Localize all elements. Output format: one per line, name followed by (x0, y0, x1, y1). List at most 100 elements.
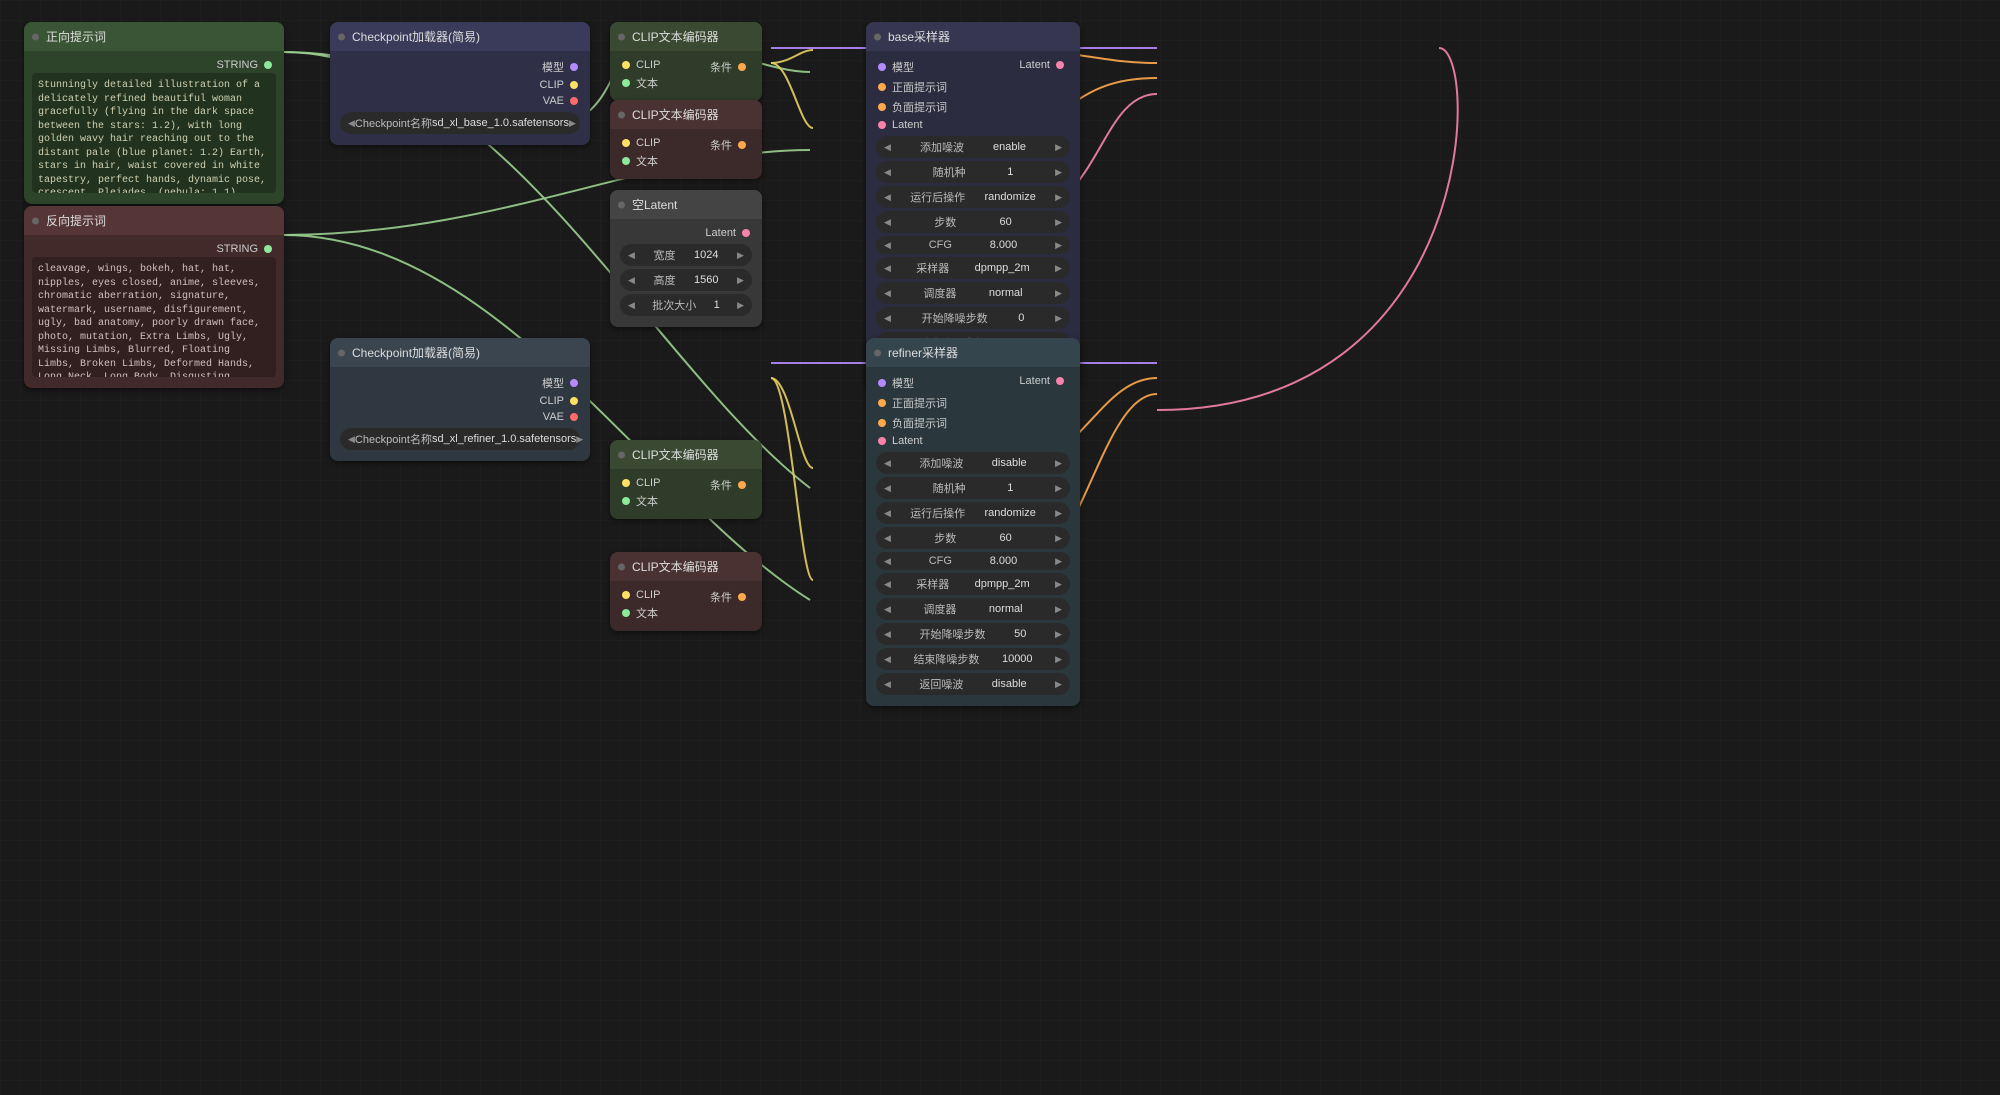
port-icon (264, 61, 272, 69)
input-port[interactable]: Latent (874, 117, 1072, 133)
node-title: 反向提示词 (24, 206, 284, 235)
output-clip[interactable]: CLIP (338, 393, 582, 409)
param-widget[interactable]: ◀调度器normal▶ (876, 282, 1070, 304)
param-widget[interactable]: ◀调度器normal▶ (876, 598, 1070, 620)
chevron-left-icon: ◀ (884, 458, 891, 469)
output-clip[interactable]: CLIP (338, 77, 582, 93)
chevron-left-icon: ◀ (884, 629, 891, 640)
param-widget[interactable]: ◀随机种1▶ (876, 161, 1070, 183)
port-icon (570, 413, 578, 421)
chevron-right-icon: ▶ (1055, 217, 1062, 228)
node-clip-encoder-negative-refiner[interactable]: CLIP文本编码器 CLIP 条件 文本 (610, 552, 762, 631)
chevron-right-icon: ▶ (1055, 167, 1062, 178)
port-icon (570, 397, 578, 405)
chevron-right-icon: ▶ (1055, 240, 1062, 251)
port-icon (878, 63, 886, 71)
param-widget[interactable]: ◀宽度1024▶ (620, 244, 752, 266)
param-widget[interactable]: ◀开始降噪步数50▶ (876, 623, 1070, 645)
node-title: base采样器 (866, 22, 1080, 51)
param-widget[interactable]: ◀采样器dpmpp_2m▶ (876, 573, 1070, 595)
node-clip-encoder-negative-base[interactable]: CLIP文本编码器 CLIP 条件 文本 (610, 100, 762, 179)
param-widget[interactable]: ◀添加噪波disable▶ (876, 452, 1070, 474)
chevron-right-icon: ▶ (1055, 288, 1062, 299)
param-widget[interactable]: ◀CFG8.000▶ (876, 236, 1070, 254)
param-widget[interactable]: ◀采样器dpmpp_2m▶ (876, 257, 1070, 279)
chevron-left-icon: ◀ (628, 275, 635, 286)
param-widget[interactable]: ◀运行后操作randomize▶ (876, 502, 1070, 524)
chevron-left-icon: ◀ (884, 556, 891, 567)
port-icon (742, 229, 750, 237)
node-checkpoint-loader-base[interactable]: Checkpoint加载器(简易) 模型 CLIP VAE ◀ Checkpoi… (330, 22, 590, 145)
node-clip-encoder-positive-base[interactable]: CLIP文本编码器 CLIP 条件 文本 (610, 22, 762, 101)
input-port[interactable]: 负面提示词 (874, 97, 1072, 117)
port-icon (738, 63, 746, 71)
node-empty-latent[interactable]: 空Latent Latent ◀宽度1024▶ ◀高度1560▶ ◀批次大小1▶ (610, 190, 762, 327)
chevron-right-icon: ▶ (1055, 679, 1062, 690)
port-icon (878, 399, 886, 407)
chevron-right-icon: ▶ (1055, 556, 1062, 567)
param-widget[interactable]: ◀批次大小1▶ (620, 294, 752, 316)
prompt-textarea[interactable] (32, 73, 276, 193)
port-icon (570, 81, 578, 89)
param-widget[interactable]: ◀开始降噪步数0▶ (876, 307, 1070, 329)
node-checkpoint-loader-refiner[interactable]: Checkpoint加载器(简易) 模型 CLIP VAE ◀ Checkpoi… (330, 338, 590, 461)
chevron-right-icon: ▶ (1055, 313, 1062, 324)
param-widget[interactable]: ◀添加噪波enable▶ (876, 136, 1070, 158)
input-text[interactable]: 文本 (618, 491, 754, 511)
input-text[interactable]: 文本 (618, 73, 754, 93)
port-icon (878, 103, 886, 111)
output-vae[interactable]: VAE (338, 93, 582, 109)
port-icon (570, 379, 578, 387)
node-clip-encoder-positive-refiner[interactable]: CLIP文本编码器 CLIP 条件 文本 (610, 440, 762, 519)
input-port[interactable]: Latent (874, 433, 1072, 449)
param-widget[interactable]: ◀高度1560▶ (620, 269, 752, 291)
input-text[interactable]: 文本 (618, 151, 754, 171)
chevron-right-icon: ▶ (1055, 458, 1062, 469)
ckpt-name-widget[interactable]: ◀ Checkpoint名称 sd_xl_refiner_1.0.safeten… (340, 428, 580, 450)
port-icon (622, 157, 630, 165)
input-text[interactable]: 文本 (618, 603, 754, 623)
chevron-right-icon: ▶ (569, 118, 576, 129)
input-port[interactable]: 负面提示词 (874, 413, 1072, 433)
output-latent[interactable]: Latent (618, 225, 754, 241)
chevron-right-icon: ▶ (1055, 533, 1062, 544)
chevron-right-icon: ▶ (1055, 192, 1062, 203)
input-port[interactable]: 正面提示词 (874, 393, 1072, 413)
param-widget[interactable]: ◀随机种1▶ (876, 477, 1070, 499)
output-vae[interactable]: VAE (338, 409, 582, 425)
port-icon (878, 437, 886, 445)
chevron-left-icon: ◀ (884, 288, 891, 299)
port-icon (878, 83, 886, 91)
node-title: 空Latent (610, 190, 762, 219)
port-icon (622, 479, 630, 487)
output-string[interactable]: STRING (32, 241, 276, 257)
param-widget[interactable]: ◀运行后操作randomize▶ (876, 186, 1070, 208)
chevron-right-icon: ▶ (737, 250, 744, 261)
ckpt-name-widget[interactable]: ◀ Checkpoint名称 sd_xl_base_1.0.safetensor… (340, 112, 580, 134)
chevron-left-icon: ◀ (884, 167, 891, 178)
node-negative-prompt[interactable]: 反向提示词 STRING (24, 206, 284, 388)
output-latent[interactable]: Latent (1015, 57, 1068, 73)
node-refiner-sampler[interactable]: refiner采样器 模型正面提示词负面提示词Latent Latent ◀添加… (866, 338, 1080, 706)
chevron-left-icon: ◀ (348, 434, 355, 445)
prompt-textarea[interactable] (32, 257, 276, 377)
chevron-right-icon: ▶ (737, 300, 744, 311)
param-widget[interactable]: ◀CFG8.000▶ (876, 552, 1070, 570)
port-icon (264, 245, 272, 253)
param-widget[interactable]: ◀结束降噪步数10000▶ (876, 648, 1070, 670)
chevron-left-icon: ◀ (884, 217, 891, 228)
output-model[interactable]: 模型 (338, 373, 582, 393)
output-latent[interactable]: Latent (1015, 373, 1068, 389)
port-icon (738, 593, 746, 601)
param-widget[interactable]: ◀步数60▶ (876, 527, 1070, 549)
chevron-left-icon: ◀ (884, 533, 891, 544)
node-base-sampler[interactable]: base采样器 模型正面提示词负面提示词Latent Latent ◀添加噪波e… (866, 22, 1080, 390)
output-string[interactable]: STRING (32, 57, 276, 73)
chevron-left-icon: ◀ (884, 604, 891, 615)
param-widget[interactable]: ◀返回噪波disable▶ (876, 673, 1070, 695)
node-positive-prompt[interactable]: 正向提示词 STRING (24, 22, 284, 204)
input-port[interactable]: 正面提示词 (874, 77, 1072, 97)
output-model[interactable]: 模型 (338, 57, 582, 77)
param-widget[interactable]: ◀步数60▶ (876, 211, 1070, 233)
chevron-right-icon: ▶ (1055, 508, 1062, 519)
